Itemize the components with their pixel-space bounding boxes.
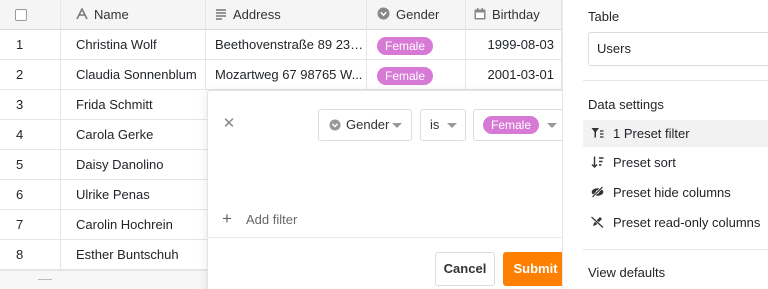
select-all-checkbox[interactable] (15, 9, 27, 21)
divider (583, 249, 768, 250)
name-cell[interactable]: Claudia Sonnenblum (60, 60, 205, 90)
chevron-down-icon (447, 123, 457, 128)
preset-hide-columns-label: Preset hide columns (613, 185, 731, 200)
cancel-button[interactable]: Cancel (435, 252, 495, 286)
name-cell[interactable]: Daisy Danolino (60, 150, 205, 180)
row-index: 4 (16, 127, 24, 142)
row-index: 6 (16, 187, 24, 202)
table-row[interactable]: 2 Claudia Sonnenblum Mozartweg 67 98765 … (0, 60, 562, 90)
name-cell[interactable]: Ulrike Penas (60, 180, 205, 210)
filter-popover: ✕ Gender is Female + Add filter Cancel Su… (207, 90, 582, 289)
table-field-label: Table (588, 9, 620, 24)
text-lines-icon (215, 1, 227, 30)
table-header: Name Address Gender Birthday (0, 0, 562, 30)
text-icon (76, 1, 88, 30)
table-select[interactable]: Users (588, 32, 768, 66)
plus-icon: + (222, 209, 232, 228)
remove-filter-icon[interactable]: ✕ (222, 116, 236, 131)
column-header-label: Gender (396, 7, 440, 22)
column-header-gender[interactable]: Gender (366, 0, 465, 30)
filter-operator-label: is (430, 117, 440, 132)
column-header-label: Address (233, 7, 281, 22)
submit-button[interactable]: Submit (503, 252, 568, 286)
chevron-down-icon (392, 123, 402, 128)
column-header-birthday[interactable]: Birthday (465, 0, 562, 30)
address-cell[interactable]: Beethovenstraße 89 234... (205, 30, 366, 60)
add-filter-label: Add filter (246, 212, 298, 227)
divider (38, 279, 52, 280)
filter-icon (591, 121, 605, 148)
view-defaults-heading: View defaults (588, 265, 666, 280)
row-index: 7 (16, 217, 24, 232)
sort-icon (591, 150, 605, 177)
column-header-label: Name (94, 7, 129, 22)
table-row[interactable]: 1 Christina Wolf Beethovenstraße 89 234.… (0, 30, 562, 60)
name-cell[interactable]: Carolin Hochrein (60, 210, 205, 240)
row-index: 1 (16, 37, 24, 52)
preset-read-only-columns-label: Preset read-only columns (613, 215, 761, 230)
preset-sort-label: Preset sort (613, 155, 676, 170)
column-header-label: Birthday (492, 7, 540, 22)
row-index: 3 (16, 97, 24, 112)
address-cell[interactable]: Mozartweg 67 98765 W... (205, 60, 366, 90)
divider (208, 237, 581, 238)
calendar-icon (474, 1, 486, 30)
row-index: 2 (16, 67, 24, 82)
name-cell[interactable]: Frida Schmitt (60, 90, 205, 120)
preset-read-only-columns-item[interactable]: Preset read-only columns (583, 209, 768, 236)
single-select-icon (329, 119, 341, 134)
filter-column-label: Gender (346, 117, 390, 132)
gender-tag: Female (377, 66, 434, 85)
gender-cell[interactable]: Female (366, 30, 465, 60)
column-header-address[interactable]: Address (205, 0, 366, 30)
single-select-icon (377, 1, 390, 30)
chevron-down-icon (547, 123, 557, 128)
eye-off-icon (591, 180, 605, 207)
preset-sort-item[interactable]: Preset sort (583, 149, 768, 176)
birthday-cell[interactable]: 1999-08-03 (465, 30, 562, 60)
name-cell[interactable]: Christina Wolf (60, 30, 205, 60)
row-index: 5 (16, 157, 24, 172)
preset-hide-columns-item[interactable]: Preset hide columns (583, 179, 768, 206)
column-header-name[interactable]: Name (60, 0, 205, 30)
select-all-cell (0, 0, 60, 30)
add-filter-button[interactable]: + Add filter (222, 209, 297, 229)
filter-operator-select[interactable]: is (420, 109, 466, 141)
filter-value-select[interactable]: Female (473, 109, 567, 141)
settings-panel: Table Users Data settings 1 Preset filte… (562, 0, 768, 289)
row-index: 8 (16, 247, 24, 262)
filter-value-tag: Female (483, 116, 540, 134)
name-cell[interactable]: Carola Gerke (60, 120, 205, 150)
birthday-cell[interactable]: 2001-03-01 (465, 60, 562, 90)
preset-filter-item[interactable]: 1 Preset filter (583, 120, 768, 147)
name-cell[interactable]: Esther Buntschuh (60, 240, 205, 270)
gender-tag: Female (377, 36, 434, 55)
filter-column-select[interactable]: Gender (318, 109, 412, 141)
gender-cell[interactable]: Female (366, 60, 465, 90)
preset-filter-label: 1 Preset filter (613, 126, 690, 141)
divider (583, 80, 768, 81)
pen-off-icon (590, 210, 605, 237)
data-settings-heading: Data settings (588, 97, 664, 112)
